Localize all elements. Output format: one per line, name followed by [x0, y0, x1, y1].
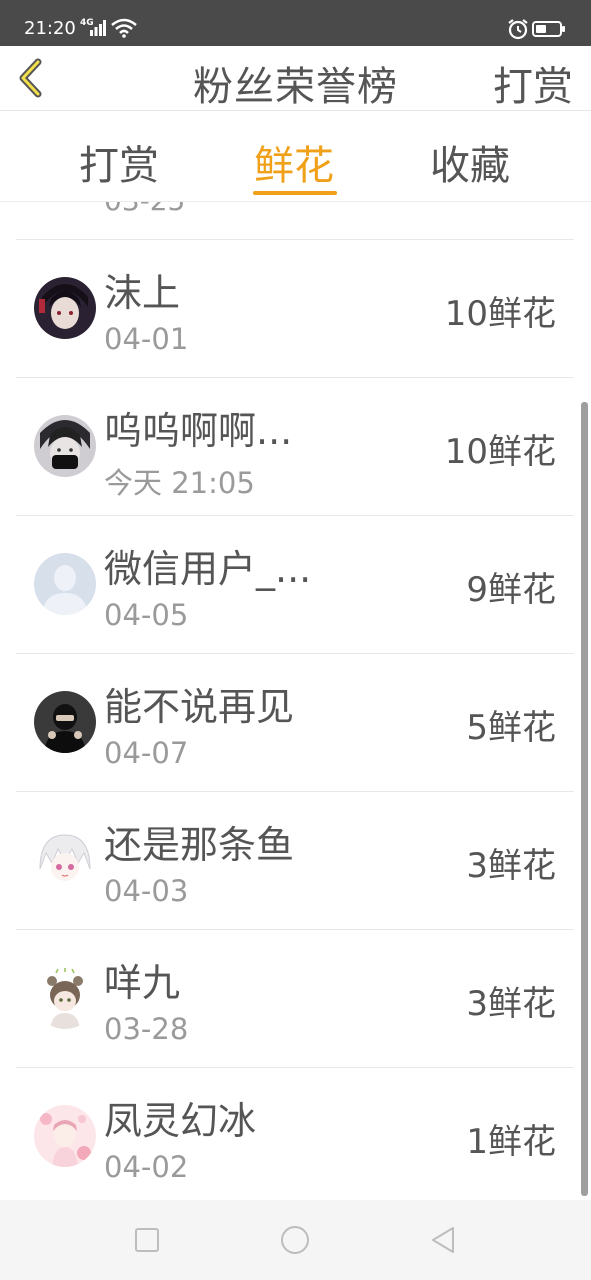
tab-bar: 打赏 鲜花 收藏 [0, 111, 591, 202]
list-item-name: 还是那条鱼 [104, 823, 295, 867]
active-tab-indicator [253, 191, 337, 195]
flower-count: 1鲜花 [466, 1122, 556, 1162]
list-item-name: 沫上 [104, 271, 181, 315]
avatar [34, 691, 96, 753]
recent-apps-icon[interactable] [129, 1222, 165, 1258]
list-item[interactable]: 沫上 04-01 10鲜花 [16, 240, 574, 378]
tab-reward[interactable]: 打赏 [79, 133, 159, 191]
list-item-name: 咩九 [104, 961, 181, 1005]
list-item[interactable]: 咩九 03-28 3鲜花 [16, 930, 574, 1068]
default-avatar-icon [34, 553, 96, 615]
list-item-date: 04-05 [104, 598, 189, 632]
avatar [34, 1105, 96, 1167]
scrollbar[interactable] [581, 402, 588, 1196]
flower-count: 10鲜花 [444, 432, 556, 472]
list-item-name: 呜呜啊啊... [104, 409, 293, 453]
tab-favorites[interactable]: 收藏 [430, 133, 510, 191]
tab-flowers[interactable]: 鲜花 [254, 133, 334, 191]
avatar [34, 277, 96, 339]
home-icon[interactable] [277, 1222, 313, 1258]
list-item-name: 微信用户_... [104, 547, 312, 591]
back-icon[interactable] [425, 1222, 461, 1258]
flower-count: 9鲜花 [466, 570, 556, 610]
avatar [34, 829, 96, 891]
list-item[interactable]: 03-25 [16, 202, 574, 240]
signal-icon [90, 20, 106, 36]
list-item[interactable]: 呜呜啊啊... 今天 21:05 10鲜花 [16, 378, 574, 516]
alarm-icon [508, 19, 528, 40]
app-header: 粉丝荣誉榜 打赏 [0, 46, 591, 111]
list-item-date: 04-03 [104, 874, 189, 908]
fan-ranking-list[interactable]: 03-25 沫上 04-01 10鲜花 [0, 202, 591, 1200]
system-nav-bar [0, 1200, 591, 1280]
list-item-date: 04-07 [104, 736, 189, 770]
list-item-date: 04-01 [104, 322, 189, 356]
flower-count: 3鲜花 [466, 984, 556, 1024]
list-item-date: 今天 21:05 [104, 466, 255, 500]
avatar [34, 967, 96, 1029]
list-item-name: 能不说再见 [104, 685, 295, 729]
list-item-name: 凤灵幻冰 [104, 1099, 257, 1143]
list-item[interactable]: 能不说再见 04-07 5鲜花 [16, 654, 574, 792]
flower-count: 5鲜花 [466, 708, 556, 748]
list-item[interactable]: 还是那条鱼 04-03 3鲜花 [16, 792, 574, 930]
list-item[interactable]: 微信用户_... 04-05 9鲜花 [16, 516, 574, 654]
battery-icon [532, 21, 565, 37]
list-item-date: 03-25 [104, 202, 185, 217]
status-bar: 21:20 4G [0, 0, 591, 46]
status-time: 21:20 [24, 18, 76, 39]
flower-count: 3鲜花 [466, 846, 556, 886]
list-item-date: 04-02 [104, 1150, 189, 1184]
list-item-date: 03-28 [104, 1012, 189, 1046]
wifi-icon [111, 18, 137, 38]
list-item[interactable]: 凤灵幻冰 04-02 1鲜花 [16, 1068, 574, 1200]
reward-button[interactable]: 打赏 [493, 54, 573, 112]
flower-count: 10鲜花 [444, 294, 556, 334]
avatar [34, 415, 96, 477]
